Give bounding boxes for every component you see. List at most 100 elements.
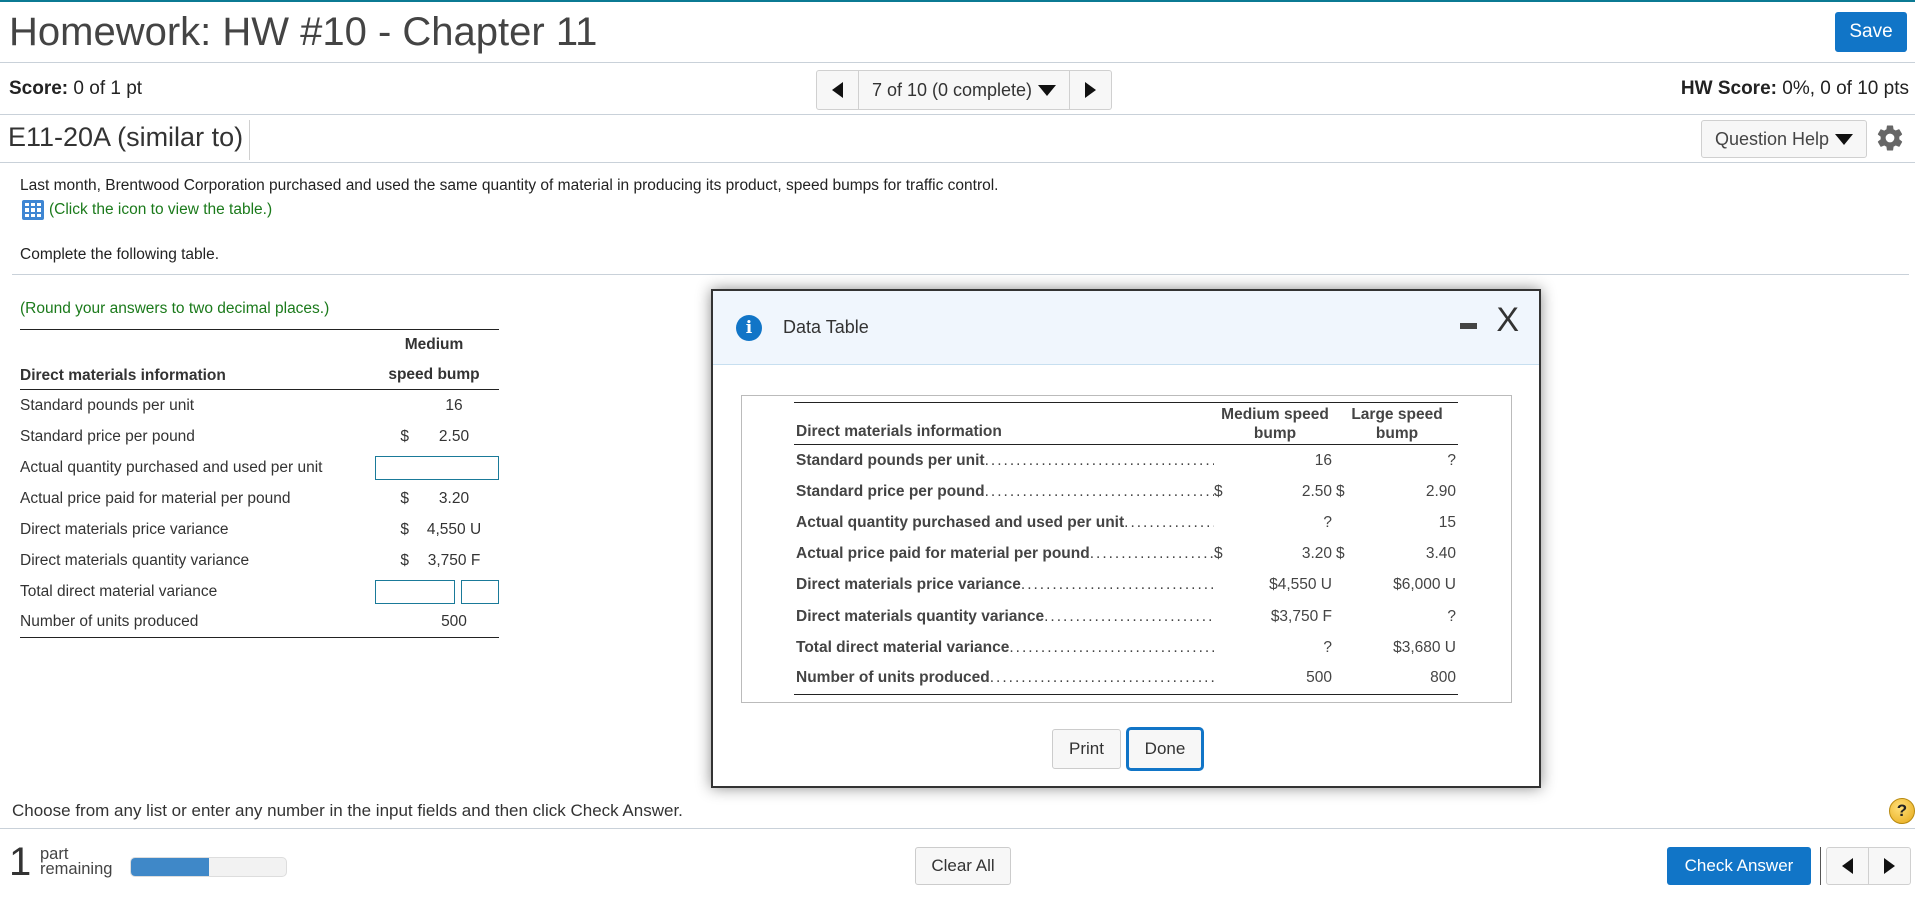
column-header-medium: Medium speed bump xyxy=(369,330,499,389)
row-value: 500 xyxy=(441,613,467,630)
row-label: Direct materials quantity variance xyxy=(20,551,250,569)
question-help-label: Question Help xyxy=(1714,128,1830,149)
leader-dots: ........................................… xyxy=(984,451,1214,469)
row-label: Actual quantity purchased and used per u… xyxy=(794,514,1214,532)
leader-dots: ........................................… xyxy=(1089,545,1214,563)
column-header-label: Direct materials information xyxy=(796,423,1002,440)
row-label-text: Direct materials quantity variance xyxy=(796,607,1045,625)
print-button[interactable]: Print xyxy=(1052,729,1121,769)
currency-symbol: $ xyxy=(400,520,409,538)
divider xyxy=(0,162,1915,163)
done-button[interactable]: Done xyxy=(1126,727,1204,771)
currency-symbol: $ xyxy=(1214,482,1223,500)
rounding-note: (Round your answers to two decimal place… xyxy=(20,300,330,317)
leader-dots: ........................................… xyxy=(1044,607,1214,625)
row-label: Direct materials price variance xyxy=(20,520,229,538)
currency-symbol: $ xyxy=(400,427,409,445)
answer-table-header: Direct materials information Medium spee… xyxy=(20,330,499,390)
row-label-text: Direct materials price variance xyxy=(796,576,1021,594)
table-row: Actual quantity purchased and used per u… xyxy=(20,452,499,483)
actual-quantity-input[interactable] xyxy=(375,455,499,480)
data-table-header: Direct materials information Medium spee… xyxy=(794,402,1458,445)
currency-symbol: $ xyxy=(400,551,409,569)
table-icon[interactable] xyxy=(22,200,44,220)
column-header-line2: speed bump xyxy=(388,366,480,383)
row-label: Actual price paid for material per pound… xyxy=(794,545,1214,563)
leader-dots: ........................................… xyxy=(1009,638,1214,656)
table-row: Total direct material variance..........… xyxy=(794,632,1458,663)
help-icon[interactable]: ? xyxy=(1889,798,1915,824)
question-help-dropdown[interactable]: Question Help xyxy=(1701,120,1867,158)
divider xyxy=(12,274,1909,275)
large-value: 800 xyxy=(1430,669,1456,687)
row-label: Standard pounds per unit................… xyxy=(794,452,1214,470)
dialog-header: i Data Table X xyxy=(713,291,1539,365)
total-variance-type-select[interactable] xyxy=(461,579,499,604)
answer-table: Direct materials information Medium spee… xyxy=(20,329,499,638)
divider xyxy=(0,62,1915,63)
gear-icon[interactable] xyxy=(1875,123,1905,153)
large-value: 2.90 xyxy=(1425,482,1456,500)
left-arrow-icon xyxy=(1842,858,1853,874)
row-label-text: Actual quantity purchased and used per u… xyxy=(796,513,1125,531)
large-value: 3.40 xyxy=(1425,545,1456,563)
row-label: Total direct material variance..........… xyxy=(794,639,1214,657)
large-value: ? xyxy=(1447,607,1456,625)
row-label-text: Total direct material variance xyxy=(796,638,1010,656)
row-label: Direct materials quantity variance......… xyxy=(794,608,1214,626)
column-header-line1: Medium xyxy=(404,336,464,353)
info-icon: i xyxy=(736,315,762,341)
left-arrow-icon xyxy=(832,82,843,98)
previous-question-button[interactable] xyxy=(817,71,859,109)
row-label: Standard pounds per unit xyxy=(20,396,195,414)
table-row: Total direct material variance xyxy=(20,576,499,607)
row-label: Number of units produced xyxy=(20,613,199,630)
column-header-label: Direct materials information xyxy=(20,367,226,384)
table-row: Actual price paid for material per pound… xyxy=(794,539,1458,570)
medium-value: 2.50 xyxy=(1301,482,1332,500)
view-table-link[interactable]: (Click the icon to view the table.) xyxy=(22,200,272,220)
row-value: 3,750 F xyxy=(427,551,481,569)
close-icon[interactable]: X xyxy=(1496,303,1519,337)
view-table-text[interactable]: (Click the icon to view the table.) xyxy=(49,201,272,219)
total-variance-amount-input[interactable] xyxy=(375,579,455,604)
table-row: Direct materials price variance.........… xyxy=(794,570,1458,601)
question-select-dropdown[interactable]: 7 of 10 (0 complete) xyxy=(859,71,1069,109)
next-question-button[interactable] xyxy=(1868,848,1910,884)
dialog-title: Data Table xyxy=(783,317,869,337)
data-table: Direct materials information Medium spee… xyxy=(794,402,1458,695)
leader-dots: ........................................… xyxy=(1124,513,1214,531)
large-value: 15 xyxy=(1438,513,1456,531)
progress-bar-fill xyxy=(131,858,209,876)
row-label: Actual price paid for material per pound xyxy=(20,489,291,507)
currency-symbol: $ xyxy=(1214,545,1223,563)
clear-all-button[interactable]: Clear All xyxy=(915,847,1011,885)
divider xyxy=(0,828,1915,829)
data-table-dialog: i Data Table X Direct materials informat… xyxy=(711,289,1541,788)
progress-bar xyxy=(130,857,287,877)
table-row: Direct materials quantity variance......… xyxy=(794,601,1458,632)
leader-dots: ........................................… xyxy=(989,669,1214,687)
row-label-text: Number of units produced xyxy=(796,669,990,687)
minimize-icon[interactable] xyxy=(1460,323,1477,329)
row-label-text: Standard pounds per unit xyxy=(796,451,985,469)
question-instruction: Complete the following table. xyxy=(20,246,220,263)
table-row: Standard pounds per unit................… xyxy=(794,445,1458,476)
divider xyxy=(1820,847,1821,885)
column-header-medium: Medium speed bump xyxy=(1221,406,1329,442)
leader-dots: ........................................… xyxy=(1020,576,1214,594)
next-question-button[interactable] xyxy=(1069,71,1111,109)
divider xyxy=(0,114,1915,115)
score-value: 0 of 1 pt xyxy=(68,78,143,99)
row-value: 4,550 U xyxy=(426,520,482,538)
hw-score-value: 0%, 0 of 10 pts xyxy=(1776,78,1909,99)
question-id: E11-20A (similar to) xyxy=(8,120,251,160)
previous-question-button[interactable] xyxy=(1827,848,1868,884)
row-value: 16 xyxy=(445,396,463,414)
check-answer-button[interactable]: Check Answer xyxy=(1667,847,1811,885)
save-button[interactable]: Save xyxy=(1835,12,1907,52)
parts-remaining-count: 1 xyxy=(9,840,32,884)
large-value: $6,000 U xyxy=(1393,576,1456,594)
right-arrow-icon xyxy=(1085,82,1096,98)
page-title: Homework: HW #10 - Chapter 11 xyxy=(9,10,598,54)
